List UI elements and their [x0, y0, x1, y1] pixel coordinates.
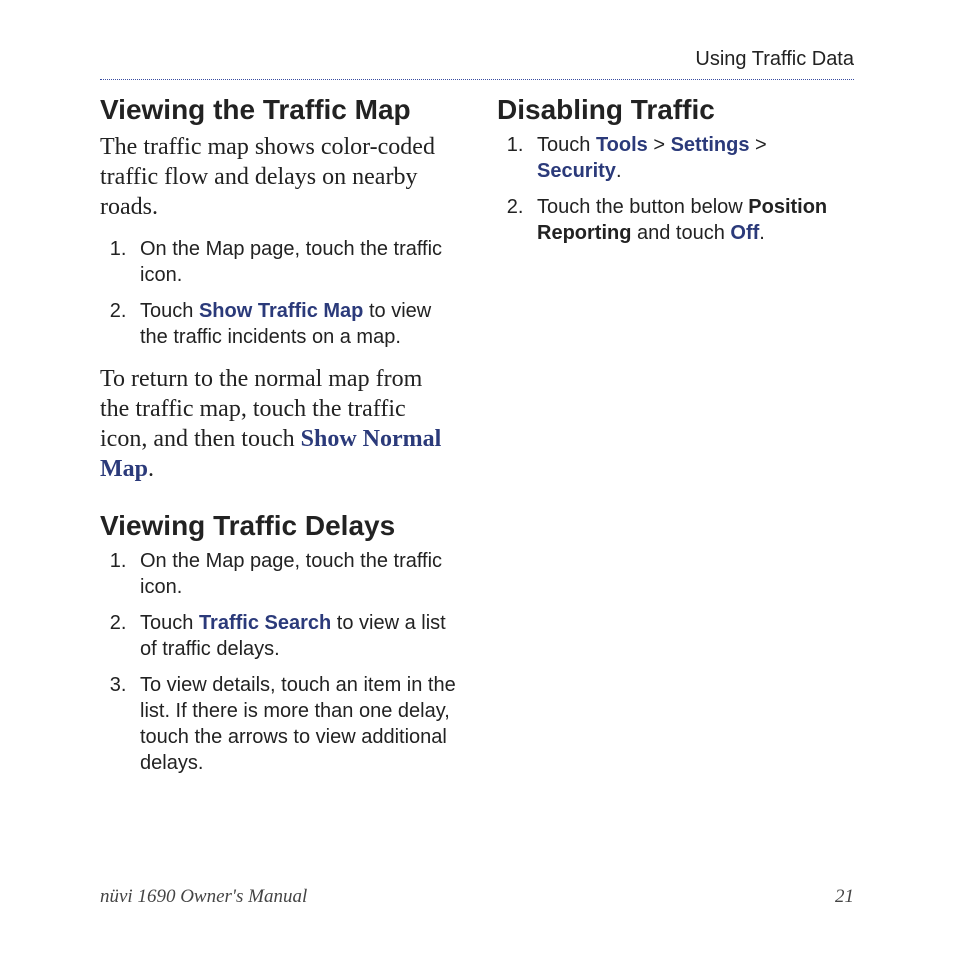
step-text-pre: Touch	[537, 134, 596, 156]
step-text-post: .	[616, 160, 622, 182]
step-text: To view details, touch an item in the li…	[140, 674, 456, 774]
list-item: Touch Show Traffic Map to view the traff…	[132, 298, 457, 350]
sep: >	[648, 134, 671, 156]
ui-link-off: Off	[730, 222, 759, 244]
list-item: To view details, touch an item in the li…	[132, 672, 457, 776]
list-item: Touch Tools > Settings > Security.	[529, 132, 854, 184]
manual-page: Using Traffic Data Viewing the Traffic M…	[0, 0, 954, 954]
step-text-pre: Touch	[140, 612, 199, 634]
return-text-post: .	[148, 456, 154, 482]
footer-page-number: 21	[835, 886, 854, 908]
ui-link-security: Security	[537, 160, 616, 182]
ui-link-traffic-search: Traffic Search	[199, 612, 331, 634]
steps-viewing-map: On the Map page, touch the traffic icon.…	[100, 236, 457, 350]
left-column: Viewing the Traffic Map The traffic map …	[100, 94, 457, 790]
ui-link-show-traffic-map: Show Traffic Map	[199, 300, 363, 322]
steps-viewing-delays: On the Map page, touch the traffic icon.…	[100, 548, 457, 776]
list-item: On the Map page, touch the traffic icon.	[132, 548, 457, 600]
ui-link-settings: Settings	[671, 134, 750, 156]
steps-disabling-traffic: Touch Tools > Settings > Security. Touch…	[497, 132, 854, 246]
sep: >	[750, 134, 767, 156]
step-text-post: .	[759, 222, 765, 244]
page-footer: nüvi 1690 Owner's Manual 21	[100, 886, 854, 908]
section-header: Using Traffic Data	[100, 48, 854, 80]
return-paragraph: To return to the normal map from the tra…	[100, 364, 457, 484]
list-item: On the Map page, touch the traffic icon.	[132, 236, 457, 288]
step-text-pre: Touch the button below	[537, 196, 748, 218]
step-text-mid: and touch	[631, 222, 730, 244]
step-text: On the Map page, touch the traffic icon.	[140, 238, 442, 286]
right-column: Disabling Traffic Touch Tools > Settings…	[497, 94, 854, 790]
heading-viewing-traffic-map: Viewing the Traffic Map	[100, 94, 457, 126]
section-title: Using Traffic Data	[695, 48, 854, 70]
list-item: Touch Traffic Search to view a list of t…	[132, 610, 457, 662]
heading-disabling-traffic: Disabling Traffic	[497, 94, 854, 126]
list-item: Touch the button below Position Reportin…	[529, 194, 854, 246]
step-text: On the Map page, touch the traffic icon.	[140, 550, 442, 598]
heading-viewing-traffic-delays: Viewing Traffic Delays	[100, 510, 457, 542]
step-text-pre: Touch	[140, 300, 199, 322]
intro-paragraph: The traffic map shows color-coded traffi…	[100, 132, 457, 222]
footer-manual-name: nüvi 1690 Owner's Manual	[100, 886, 307, 908]
content-columns: Viewing the Traffic Map The traffic map …	[100, 94, 854, 790]
ui-link-tools: Tools	[596, 134, 648, 156]
